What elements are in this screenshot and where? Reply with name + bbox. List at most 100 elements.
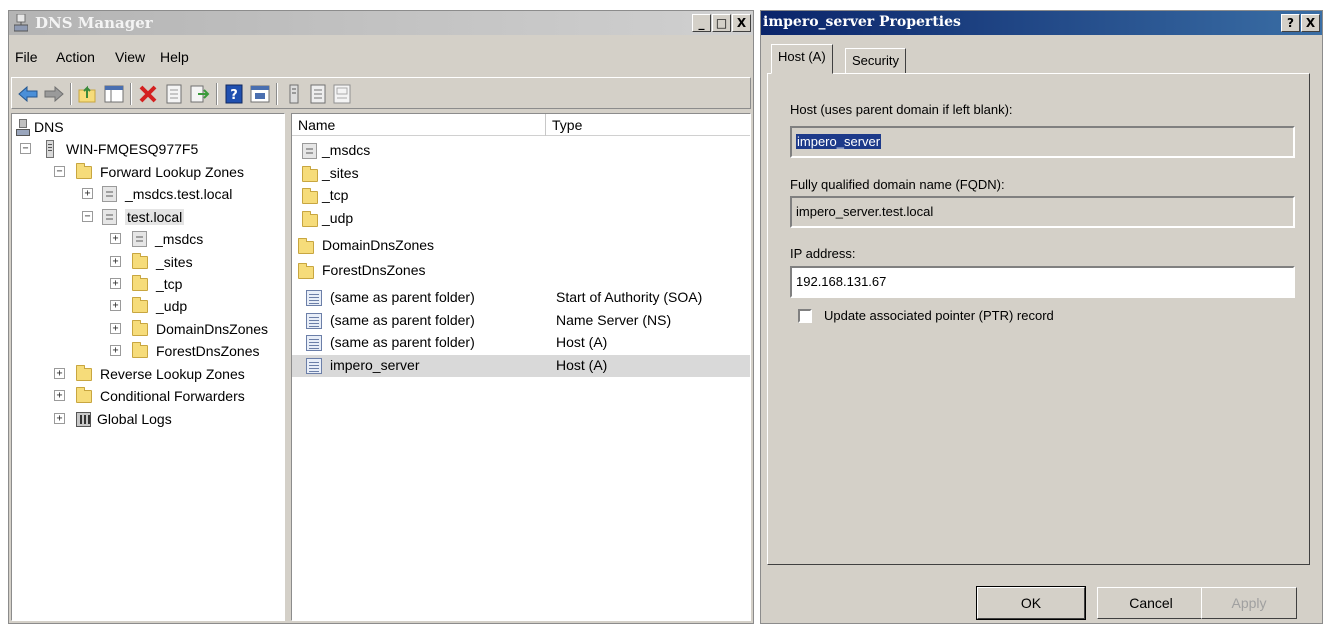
zone-icon (132, 231, 147, 247)
expand-icon[interactable]: + (54, 413, 65, 424)
dialog-title-bar[interactable]: impero_server Properties ? X (761, 11, 1322, 35)
expand-icon[interactable]: + (110, 300, 121, 311)
tree-item-dns[interactable]: DNS (16, 116, 64, 138)
expand-icon[interactable]: + (54, 390, 65, 401)
up-folder-icon[interactable] (78, 84, 98, 104)
ptr-checkbox-label[interactable]: Update associated pointer (PTR) record (824, 308, 1054, 323)
expand-icon[interactable]: + (110, 345, 121, 356)
tree-item-domaindnszones[interactable]: + DomainDnsZones (110, 318, 268, 340)
collapse-icon[interactable]: − (82, 211, 93, 222)
folder-icon (302, 166, 318, 182)
help-icon[interactable]: ? (224, 84, 244, 104)
tree-item-udp[interactable]: + _udp (110, 295, 187, 317)
list-row[interactable]: (same as parent folder) Host (A) (292, 332, 750, 354)
list-icon[interactable] (308, 84, 328, 104)
column-header-name[interactable]: Name (292, 114, 546, 136)
delete-icon[interactable] (138, 84, 158, 104)
apply-button[interactable]: Apply (1201, 587, 1297, 619)
folder-icon (76, 162, 92, 179)
dns-manager-app-icon (13, 13, 29, 32)
tree-item-conditional-forwarders[interactable]: + Conditional Forwarders (54, 385, 245, 407)
expand-icon[interactable]: + (54, 368, 65, 379)
collapse-icon[interactable]: − (20, 143, 31, 154)
record-type: Host (A) (556, 334, 608, 350)
ok-button[interactable]: OK (976, 586, 1086, 620)
console-tree: DNS − WIN-FMQESQ977F5 − Forward Lookup Z… (11, 113, 285, 621)
tree-item-msdcs[interactable]: + _msdcs (110, 228, 203, 250)
title-bar[interactable]: DNS Manager _ □ X (9, 11, 753, 35)
records-list: Name Type _msdcs _sites _tcp _udp Domain… (291, 113, 751, 621)
close-button[interactable]: X (1301, 14, 1320, 32)
host-input[interactable]: impero_server (790, 126, 1295, 158)
folder-icon (302, 188, 318, 204)
expand-icon[interactable]: + (110, 256, 121, 267)
menu-action[interactable]: Action (56, 49, 95, 65)
help-button[interactable]: ? (1281, 14, 1300, 32)
tree-item-msdcs-test-local[interactable]: + _msdcs.test.local (82, 183, 232, 205)
maximize-button[interactable]: □ (712, 14, 731, 32)
tree-item-forward-lookup-zones[interactable]: − Forward Lookup Zones (54, 161, 244, 183)
show-console-tree-icon[interactable] (104, 84, 124, 104)
expand-icon[interactable]: + (110, 233, 121, 244)
record-name: _udp (322, 210, 354, 226)
tree-item-forestdnszones[interactable]: + ForestDnsZones (110, 340, 259, 362)
tree-item-server[interactable]: − WIN-FMQESQ977F5 (20, 138, 198, 160)
record-type: Name Server (NS) (556, 312, 672, 328)
folder-icon (132, 296, 148, 313)
forward-arrow-icon[interactable] (44, 84, 64, 104)
minimize-button[interactable]: _ (692, 14, 711, 32)
ptr-checkbox[interactable] (798, 309, 812, 323)
ip-address-input[interactable]: 192.168.131.67 (790, 266, 1295, 298)
export-icon[interactable] (190, 84, 210, 104)
server-icon[interactable] (284, 84, 304, 104)
column-header-type[interactable]: Type (546, 114, 750, 136)
list-row[interactable]: _sites (292, 163, 750, 185)
fqdn-label: Fully qualified domain name (FQDN): (790, 177, 1005, 192)
dialog-title: impero_server Properties (763, 14, 961, 30)
dns-icon (16, 119, 30, 136)
ip-address-value: 192.168.131.67 (796, 274, 887, 289)
tree-item-label: _tcp (156, 276, 183, 292)
back-arrow-icon[interactable] (18, 84, 38, 104)
list-row-selected[interactable]: impero_server Host (A) (292, 355, 750, 377)
tree-item-reverse-lookup-zones[interactable]: + Reverse Lookup Zones (54, 363, 245, 385)
tree-item-tcp[interactable]: + _tcp (110, 273, 182, 295)
menu-help[interactable]: Help (160, 49, 189, 65)
tree-item-label: Forward Lookup Zones (100, 164, 244, 180)
console-icon[interactable] (250, 84, 270, 104)
record-type: Host (A) (556, 357, 608, 373)
tree-item-sites[interactable]: + _sites (110, 251, 193, 273)
expand-icon[interactable]: + (110, 278, 121, 289)
host-label: Host (uses parent domain if left blank): (790, 102, 1013, 117)
tree-item-label: Reverse Lookup Zones (100, 366, 245, 382)
logs-icon (76, 411, 91, 427)
folder-icon (302, 211, 318, 227)
list-row[interactable]: ForestDnsZones (292, 260, 750, 282)
tab-host-a[interactable]: Host (A) (771, 44, 833, 74)
list-row[interactable]: (same as parent folder) Name Server (NS) (292, 310, 750, 332)
collapse-icon[interactable]: − (54, 166, 65, 177)
menu-bar: File Action View Help (9, 47, 753, 69)
menu-view[interactable]: View (115, 49, 145, 65)
tree-item-global-logs[interactable]: + Global Logs (54, 408, 172, 430)
menu-file[interactable]: File (15, 49, 38, 65)
dns-manager-window: DNS Manager _ □ X File Action View Help (8, 10, 754, 624)
folder-icon (298, 238, 314, 254)
list-row[interactable]: (same as parent folder) Start of Authori… (292, 287, 750, 309)
list-row[interactable]: DomainDnsZones (292, 235, 750, 257)
fqdn-value: impero_server.test.local (796, 204, 934, 219)
tree-item-label: _udp (156, 298, 188, 314)
list-row[interactable]: _msdcs (292, 140, 750, 162)
details-icon[interactable] (332, 84, 352, 104)
list-row[interactable]: _tcp (292, 185, 750, 207)
folder-icon (132, 319, 148, 336)
expand-icon[interactable]: + (110, 323, 121, 334)
cancel-button[interactable]: Cancel (1097, 587, 1205, 619)
tree-item-test-local[interactable]: − test.local (82, 206, 185, 228)
close-button[interactable]: X (732, 14, 751, 32)
list-row[interactable]: _udp (292, 208, 750, 230)
tab-security[interactable]: Security (845, 48, 906, 74)
properties-dialog: impero_server Properties ? X Host (A) Se… (760, 10, 1323, 624)
properties-icon[interactable] (164, 84, 184, 104)
expand-icon[interactable]: + (82, 188, 93, 199)
